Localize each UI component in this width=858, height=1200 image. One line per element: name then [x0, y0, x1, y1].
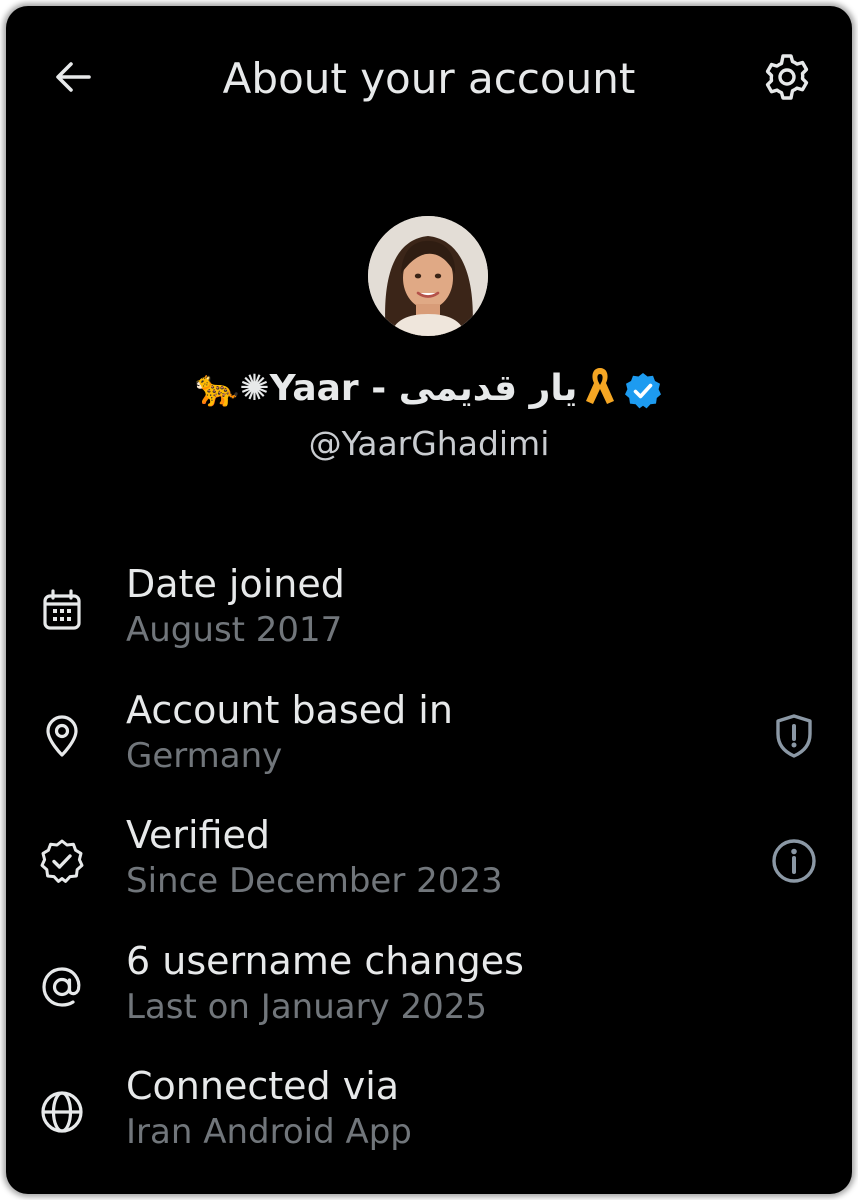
- avatar[interactable]: [368, 216, 488, 336]
- arrow-left-icon: [56, 62, 91, 92]
- calendar-icon: [38, 586, 86, 634]
- info-row-verified: Verified Since December 2023: [6, 811, 852, 921]
- top-bar: About your account: [6, 6, 852, 146]
- globe-icon: [38, 1088, 86, 1136]
- row-title: Connected via: [126, 1064, 400, 1108]
- info-button[interactable]: [766, 833, 822, 889]
- row-title: Account based in: [126, 688, 453, 732]
- row-title: 6 username changes: [126, 939, 524, 983]
- shield-alert-button[interactable]: [766, 708, 822, 764]
- row-subtitle: Iran Android App: [126, 1112, 412, 1152]
- row-subtitle: August 2017: [126, 610, 343, 650]
- yellow-ribbon-icon: [583, 365, 617, 411]
- row-title: Verified: [126, 813, 271, 857]
- app-window: About your account 🐆✺Yaar - یار قدیمی @Y…: [6, 6, 852, 1194]
- page-title: About your account: [222, 54, 636, 103]
- verified-outline-icon: [38, 837, 86, 885]
- verified-badge-icon[interactable]: [623, 371, 663, 415]
- info-row-account-based-in: Account based in Germany: [6, 686, 852, 796]
- info-row-username-changes: 6 username changes Last on January 2025: [6, 937, 852, 1047]
- shield-alert-icon: [776, 714, 812, 758]
- at-sign-icon: [38, 963, 86, 1011]
- profile-photo: [368, 216, 488, 336]
- info-icon: [772, 839, 816, 883]
- row-title: Date joined: [126, 562, 345, 606]
- info-row-connected-via: Connected via Iran Android App: [6, 1062, 852, 1172]
- back-button[interactable]: [48, 52, 98, 102]
- row-subtitle: Germany: [126, 736, 283, 776]
- info-row-date-joined: Date joined August 2017: [6, 560, 852, 670]
- display-name-row: 🐆✺Yaar - یار قدیمی: [6, 358, 852, 418]
- settings-button[interactable]: [760, 50, 814, 104]
- username-handle: @YaarGhadimi: [308, 424, 550, 463]
- row-subtitle: Since December 2023: [126, 861, 503, 901]
- gear-icon: [765, 54, 809, 100]
- display-name: 🐆✺Yaar - یار قدیمی: [194, 368, 578, 409]
- row-subtitle: Last on January 2025: [126, 987, 488, 1027]
- location-pin-icon: [38, 712, 86, 760]
